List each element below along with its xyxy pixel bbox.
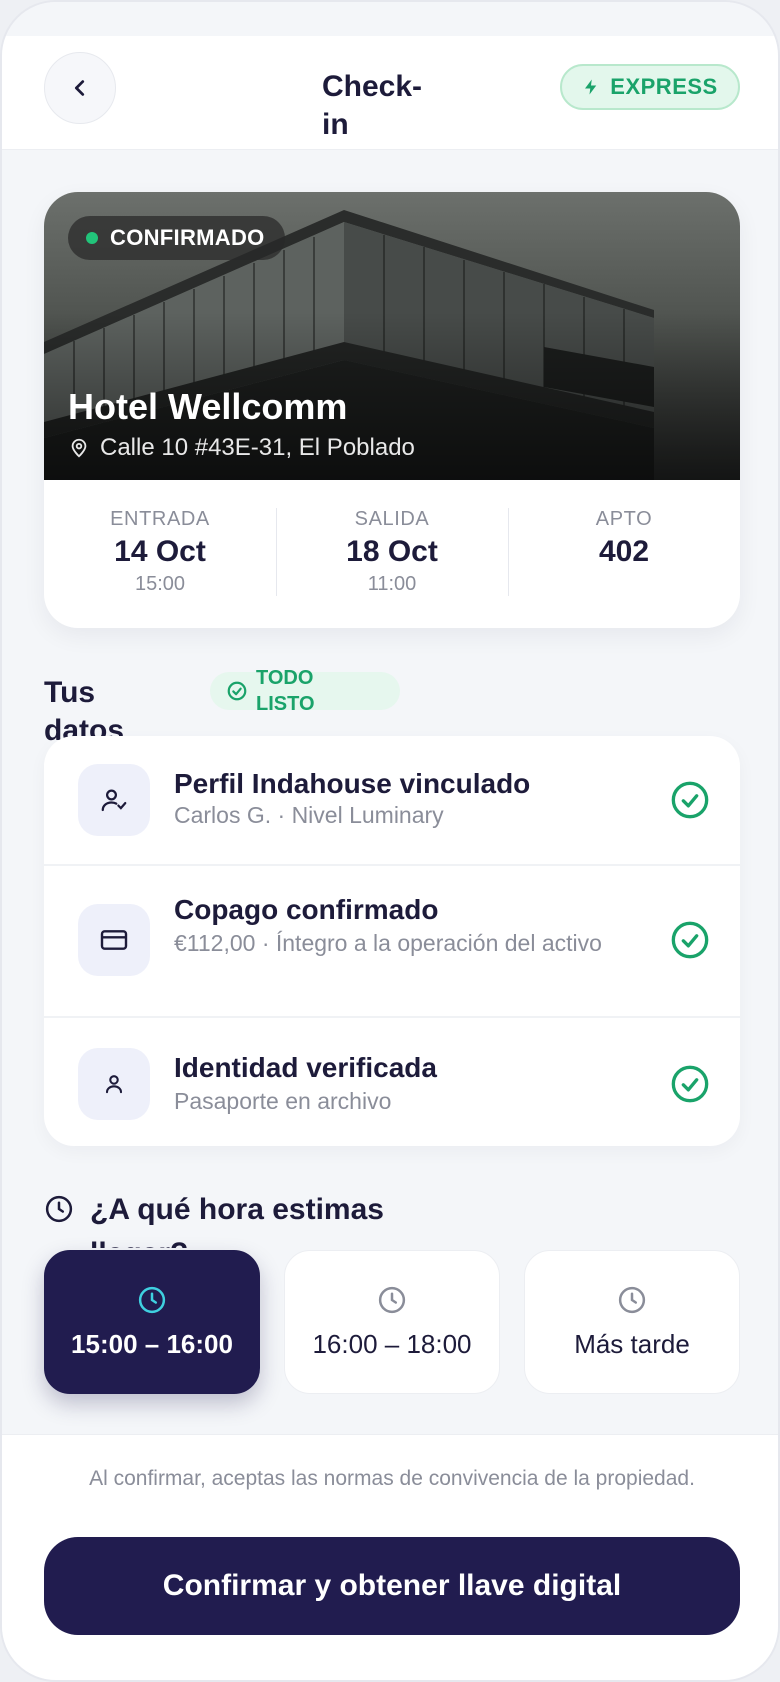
stay-checkin: ENTRADA 14 Oct 15:00 [44,480,276,628]
data-list: Perfil Indahouse vinculado Carlos G. · N… [44,736,740,1146]
terms-text: Al confirmar, aceptas las normas de conv… [89,1467,695,1490]
stay-apartment: APTO 402 [508,480,740,628]
arrival-title: ¿A qué hora estimas llegar? [90,1193,384,1248]
stay-checkout: SALIDA 18 Oct 11:00 [276,480,508,628]
footer-bar: Al confirmar, aceptas las normas de conv… [2,1434,778,1680]
clock-icon [138,1286,166,1313]
stay-value: 18 Oct [346,535,438,568]
top-bar: Check-in EXPRESS [2,36,778,150]
time-option[interactable]: 15:00 – 16:00 [44,1250,260,1394]
check-circle-icon [671,1065,709,1103]
address-text: Calle 10 #43E-31, El Poblado [100,434,415,461]
check-circle-icon [671,921,709,959]
hotel-address: Calle 10 #43E-31, El Poblado [68,434,415,462]
stay-time: 15:00 [134,573,186,595]
credit-card-icon [100,930,128,950]
chevron-left-icon [74,80,85,96]
row-subtitle: Pasaporte en archivo [174,1088,392,1114]
time-option[interactable]: 16:00 – 18:00 [284,1250,500,1394]
location-pin-icon [71,438,87,458]
row-icon-box [78,1048,150,1120]
status-badge: CONFIRMADO [68,216,285,260]
stay-label: ENTRADA [110,508,210,530]
row-title: Perfil Indahouse vinculado [174,768,531,799]
user-check-icon [101,789,127,812]
row-title: Identidad verificada [174,1052,437,1083]
hotel-name: Hotel Wellcomm [68,386,348,427]
stay-value: 14 Oct [114,535,206,568]
list-item[interactable]: Identidad verificada Pasaporte en archiv… [44,1016,740,1146]
status-label: CONFIRMADO [110,225,265,250]
arrival-options: 15:00 – 16:00 16:00 – 18:00 Más tarde [44,1250,740,1394]
express-badge: EXPRESS [560,64,740,110]
time-option[interactable]: Más tarde [524,1250,740,1394]
hotel-photo: CONFIRMADO Hotel Wellcomm Calle 10 #43E-… [44,192,740,480]
express-label: EXPRESS [610,74,718,99]
row-icon-box [78,764,150,836]
check-circle-icon [671,781,709,819]
arrival-heading: ¿A qué hora estimas llegar? [44,1188,484,1248]
confirm-button[interactable]: Confirmar y obtener llave digital [44,1537,740,1635]
stay-label: SALIDA [354,508,430,530]
row-title: Copago confirmado [174,894,439,925]
time-option-label: 15:00 – 16:00 [71,1328,233,1359]
user-icon [105,1075,123,1094]
back-button[interactable] [44,52,116,124]
clock-icon [45,1195,73,1223]
status-area [2,2,778,36]
ready-label: TODO LISTO [256,667,315,715]
lightning-icon [585,79,597,95]
row-subtitle: Carlos G. · Nivel Luminary [174,802,444,828]
row-subtitle: €112,00 · Íntegro a la operación del act… [174,930,602,956]
ready-badge: TODO LISTO [210,667,400,715]
clock-icon [378,1286,406,1313]
list-item[interactable]: Copago confirmado €112,00 · Íntegro a la… [44,864,740,1016]
stay-time: 11:00 [367,573,417,595]
booking-card[interactable]: CONFIRMADO Hotel Wellcomm Calle 10 #43E-… [44,192,740,628]
page-title: Check-in [322,70,423,141]
clock-icon [618,1286,646,1313]
row-icon-box [78,904,150,976]
time-option-label: Más tarde [574,1328,690,1359]
check-circle-icon [227,681,247,701]
stay-label: APTO [595,508,653,530]
stay-value: 402 [598,535,650,568]
stay-summary: ENTRADA 14 Oct 15:00 SALIDA 18 Oct 11:00… [44,480,740,628]
list-item[interactable]: Perfil Indahouse vinculado Carlos G. · N… [44,736,740,864]
time-option-label: 16:00 – 18:00 [312,1328,472,1359]
status-dot [86,232,98,244]
phone-frame: Check-in EXPRESS CONFIRMADO Hotel Wellco… [0,0,780,1682]
